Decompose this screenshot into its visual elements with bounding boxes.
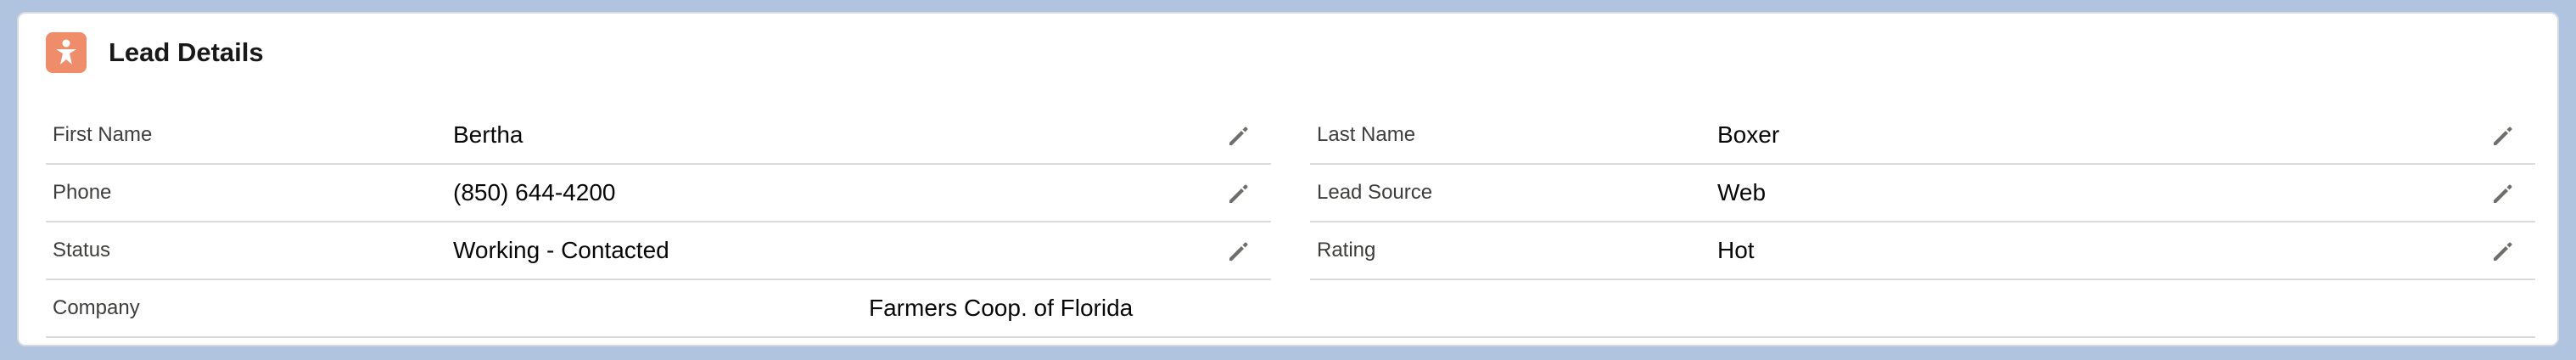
pencil-icon [2494, 184, 2512, 203]
field-value: Farmers Coop. of Florida [869, 295, 1134, 321]
field-value: Boxer [1717, 121, 1780, 148]
field-label: First Name [53, 123, 153, 146]
field-label: Status [53, 239, 111, 262]
field-company: Company Farmers Coop. of Florida [46, 280, 2535, 338]
field-label: Company [53, 296, 140, 319]
pencil-icon [1229, 184, 1248, 203]
lead-icon [46, 32, 87, 73]
pencil-icon [1229, 242, 1248, 261]
field-status: Status Working - Contacted [46, 222, 1271, 280]
field-value: Hot [1717, 237, 1755, 263]
field-last-name: Last Name Boxer [1310, 107, 2535, 165]
card-header: Lead Details [46, 32, 264, 73]
edit-first-name-button[interactable] [1225, 122, 1252, 149]
edit-lead-source-button[interactable] [2489, 180, 2517, 207]
field-label: Phone [53, 181, 112, 204]
field-label: Rating [1317, 239, 1376, 262]
edit-rating-button[interactable] [2489, 238, 2517, 265]
field-value: Web [1717, 179, 1767, 205]
edit-last-name-button[interactable] [2489, 122, 2517, 149]
edit-phone-button[interactable] [1225, 180, 1252, 207]
field-lead-source: Lead Source Web [1310, 165, 2535, 222]
pencil-icon [2494, 242, 2512, 261]
field-first-name: First Name Bertha [46, 107, 1271, 165]
field-value: Working - Contacted [453, 237, 669, 263]
field-label: Lead Source [1317, 181, 1433, 204]
lead-details-card: Lead Details First Name Bertha Last Name… [17, 12, 2559, 346]
field-value: Bertha [453, 121, 524, 148]
field-label: Last Name [1317, 123, 1416, 146]
card-title: Lead Details [109, 37, 264, 67]
pencil-icon [2494, 127, 2512, 145]
field-rating: Rating Hot [1310, 222, 2535, 280]
pencil-icon [1229, 127, 1248, 145]
field-phone: Phone (850) 644-4200 [46, 165, 1271, 222]
edit-status-button[interactable] [1225, 238, 1252, 265]
field-value: (850) 644-4200 [453, 179, 616, 205]
